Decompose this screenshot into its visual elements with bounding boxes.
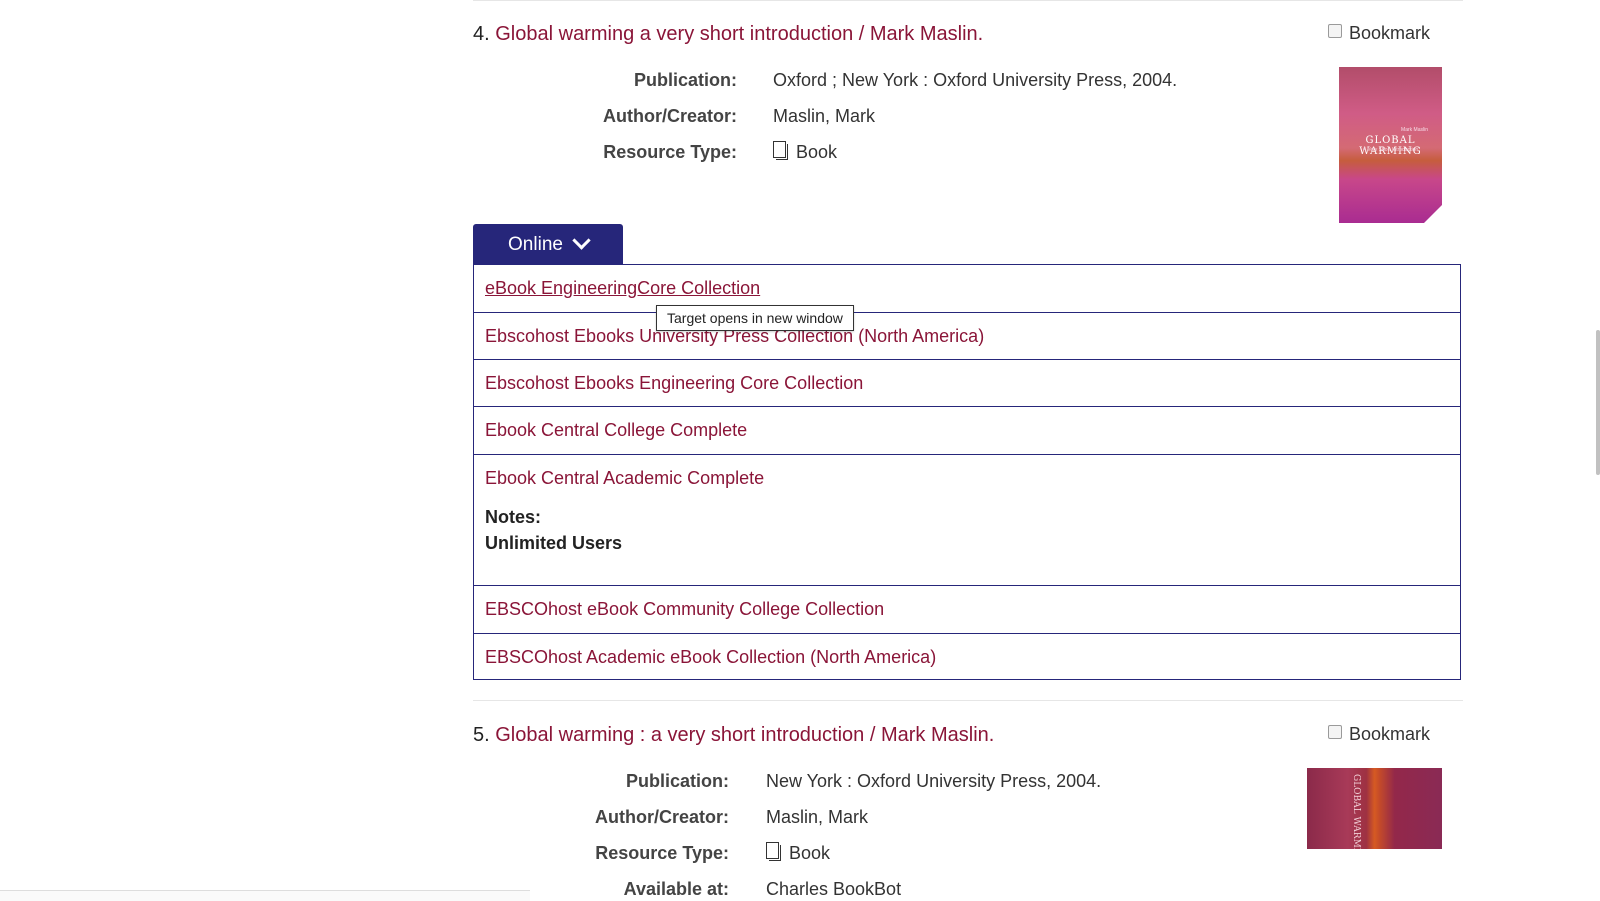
book-cover-thumbnail[interactable]: GLOBAL WARMING [1307, 768, 1442, 849]
result-title-link[interactable]: Global warming : a very short introducti… [495, 724, 994, 746]
result-divider [473, 700, 1463, 701]
resource-type-label: Resource Type: [595, 843, 729, 863]
bottom-edge [0, 890, 530, 901]
result-5-title: 5. Global warming : a very short introdu… [473, 723, 994, 747]
result-4-title: 4. Global warming a very short introduct… [473, 22, 983, 46]
bookmark-toggle[interactable]: Bookmark [1328, 724, 1430, 745]
publication-text: Oxford ; New York : Oxford University Pr… [773, 70, 1178, 90]
bookmark-toggle[interactable]: Bookmark [1328, 23, 1430, 44]
resource-type-text: Book [789, 843, 831, 863]
cover-title: GLOBAL WARMING [1359, 135, 1422, 157]
available-at-text: Charles BookBot [766, 879, 902, 899]
result-number: 5. [473, 724, 490, 746]
online-link[interactable]: Ebscohost Ebooks Engineering Core Collec… [485, 373, 863, 394]
publication-value: Oxford ; New York : Oxford University Pr… [773, 70, 1177, 91]
publication-label: Publication: [626, 771, 729, 791]
author-label: Author/Creator: [595, 807, 729, 827]
online-link-row: EBSCOhost Academic eBook Collection (Nor… [474, 634, 1460, 680]
online-link[interactable]: eBook EngineeringCore Collection [485, 278, 760, 299]
bookmark-label: Bookmark [1349, 23, 1431, 43]
resource-type-value: Book [766, 842, 831, 864]
author-value: Maslin, Mark [773, 106, 875, 127]
online-link-row-with-notes: Ebook Central Academic Complete Notes: U… [474, 455, 1460, 586]
author-text: Maslin, Mark [766, 807, 869, 827]
author-label: Author/Creator: [603, 106, 737, 126]
bookmark-checkbox[interactable] [1328, 23, 1342, 38]
online-link-row: Ebook Central College Complete [474, 407, 1460, 455]
bookmark-checkbox[interactable] [1328, 724, 1342, 739]
result-title-link[interactable]: Global warming a very short introduction… [495, 23, 983, 45]
online-link[interactable]: EBSCOhost Academic eBook Collection (Nor… [485, 647, 936, 668]
publication-label: Publication: [634, 70, 737, 90]
publication-text: New York : Oxford University Press, 2004… [766, 771, 1102, 791]
page-curl [1424, 205, 1442, 223]
chevron-down-icon [572, 231, 591, 250]
result-number: 4. [473, 23, 490, 45]
online-link[interactable]: Ebook Central College Complete [485, 420, 747, 441]
notes-label: Notes: [485, 507, 542, 527]
online-button-label: Online [508, 233, 563, 255]
resource-type-text: Book [796, 142, 838, 162]
cover-author: Mark Maslin [1401, 127, 1428, 133]
book-icon [766, 842, 781, 861]
scrollbar-thumb[interactable] [1596, 330, 1600, 475]
author-value: Maslin, Mark [766, 807, 868, 828]
notes-value: Unlimited Users [485, 533, 623, 553]
top-divider [473, 0, 1463, 1]
resource-type-value: Book [773, 141, 838, 163]
author-text: Maslin, Mark [773, 106, 876, 126]
book-cover-thumbnail[interactable]: Mark Maslin GLOBAL WARMING A Very Short … [1339, 67, 1442, 223]
online-link[interactable]: EBSCOhost eBook Community College Collec… [485, 599, 884, 620]
available-at-label: Available at: [623, 879, 729, 899]
resource-type-label: Resource Type: [603, 142, 737, 162]
available-at-value: Charles BookBot [766, 879, 901, 900]
online-link-row: EBSCOhost eBook Community College Collec… [474, 586, 1460, 634]
cover-subtitle: A Very Short Introduction [1362, 147, 1419, 153]
online-link[interactable]: Ebook Central Academic Complete [485, 468, 764, 489]
online-link-row: eBook EngineeringCore Collection [474, 265, 1460, 313]
cover-title: GLOBAL WARMING [1351, 774, 1361, 849]
book-icon [773, 141, 788, 160]
publication-value: New York : Oxford University Press, 2004… [766, 771, 1101, 792]
online-link-row: Ebscohost Ebooks Engineering Core Collec… [474, 360, 1460, 407]
bookmark-label: Bookmark [1349, 724, 1431, 744]
online-link-row: Ebscohost Ebooks University Press Collec… [474, 313, 1460, 360]
online-access-button[interactable]: Online [473, 224, 623, 265]
link-tooltip: Target opens in new window [656, 305, 854, 331]
online-links-panel: eBook EngineeringCore Collection Ebscoho… [473, 264, 1461, 680]
